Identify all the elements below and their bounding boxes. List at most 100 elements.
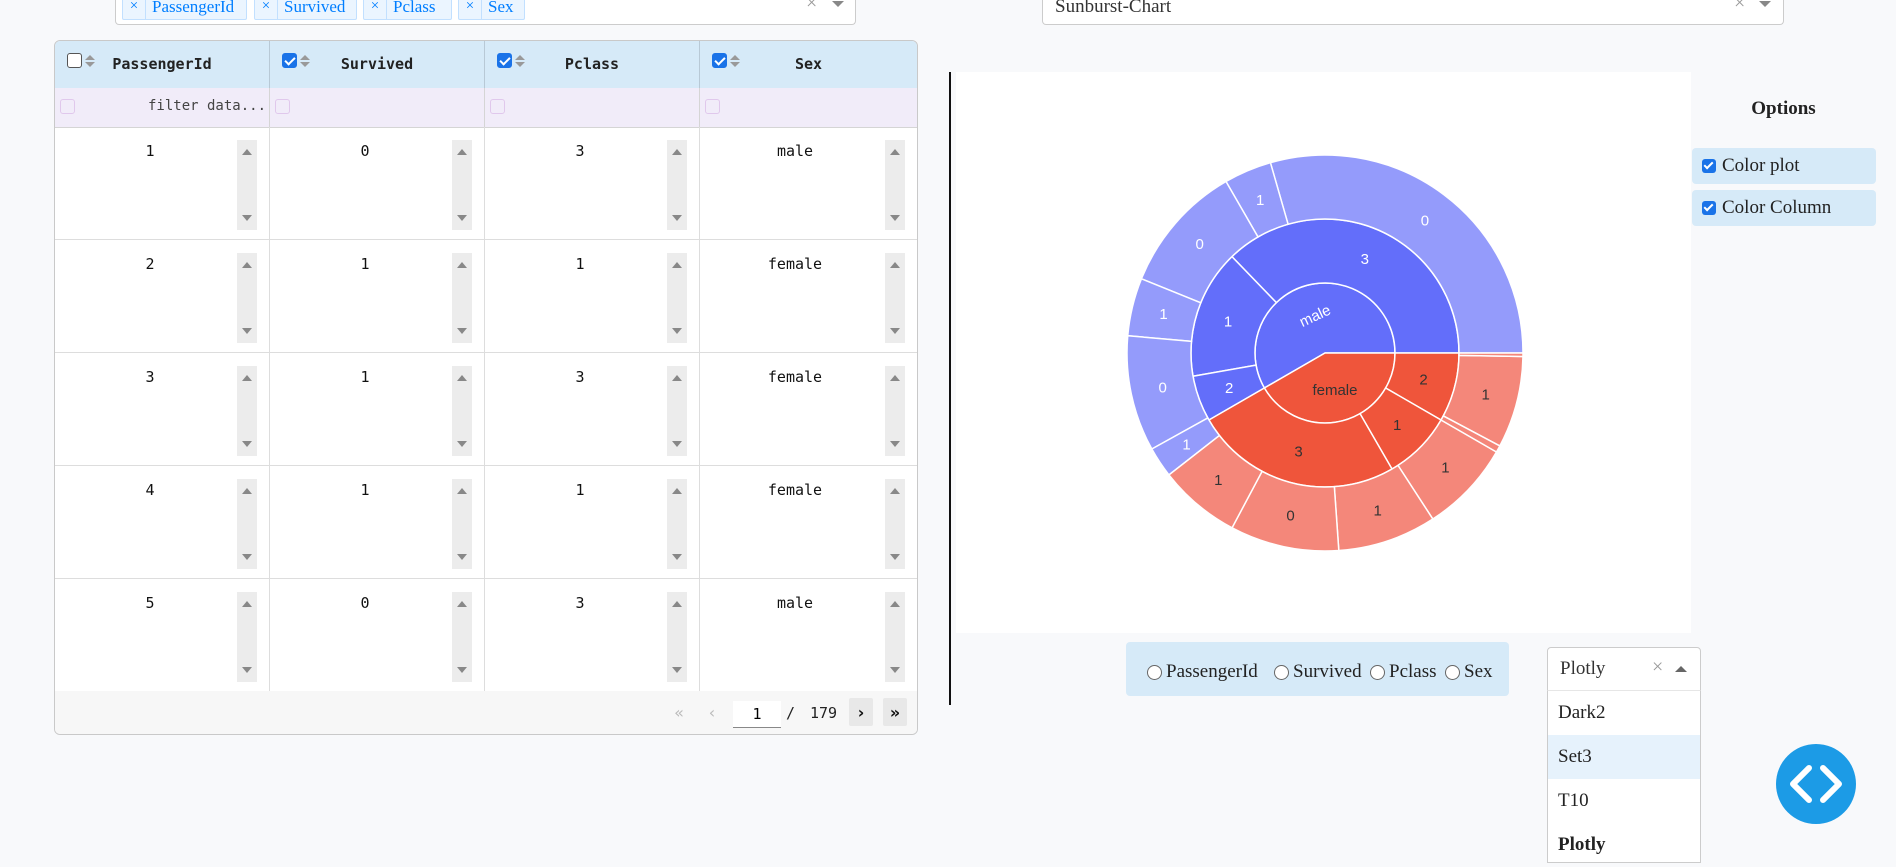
filter-input[interactable]: filter data...	[148, 98, 266, 114]
scroll-spinner[interactable]	[885, 592, 905, 682]
scroll-spinner[interactable]	[452, 253, 472, 343]
scroll-spinner[interactable]	[452, 366, 472, 456]
palette-option-dark2[interactable]: Dark2	[1548, 691, 1700, 735]
scroll-spinner[interactable]	[237, 253, 257, 343]
table-cell[interactable]: 0	[270, 579, 485, 691]
table-cell[interactable]: 5	[55, 579, 270, 691]
palette-dropdown[interactable]: Plotly × Dark2 Set3 T10 Plotly	[1547, 647, 1701, 863]
scroll-spinner[interactable]	[885, 253, 905, 343]
table-cell[interactable]: female	[700, 240, 917, 352]
chevron-down-icon[interactable]	[832, 1, 844, 7]
header-passengerid[interactable]: PassengerId	[55, 41, 270, 88]
scroll-spinner[interactable]	[667, 140, 687, 230]
table-cell[interactable]: male	[700, 127, 917, 239]
radio-passengerid[interactable]: PassengerId	[1147, 661, 1258, 683]
table-cell[interactable]: 1	[55, 127, 270, 239]
filter-checkbox[interactable]	[490, 99, 505, 114]
header-survived[interactable]: Survived	[270, 41, 485, 88]
option-color-column[interactable]: Color Column	[1692, 190, 1876, 226]
table-cell[interactable]: 4	[55, 466, 270, 578]
table-cell[interactable]: 2	[55, 240, 270, 352]
first-page-button[interactable]: «	[667, 698, 691, 726]
scroll-spinner[interactable]	[237, 140, 257, 230]
scroll-spinner[interactable]	[452, 140, 472, 230]
sector-sliver[interactable]	[1458, 352, 1524, 358]
panel-divider[interactable]	[949, 72, 951, 705]
filter-cell[interactable]	[700, 88, 917, 127]
checkbox[interactable]	[1702, 159, 1716, 173]
chevron-up-icon[interactable]	[1675, 666, 1687, 672]
table-cell[interactable]: 1	[270, 353, 485, 465]
scroll-spinner[interactable]	[452, 592, 472, 682]
scroll-spinner[interactable]	[667, 253, 687, 343]
checkbox[interactable]	[1702, 201, 1716, 215]
remove-chip-icon[interactable]: ×	[364, 0, 387, 19]
table-cell[interactable]: 0	[270, 127, 485, 239]
cell-value: 1	[360, 481, 370, 499]
prev-page-button[interactable]: ‹	[700, 698, 724, 726]
chart-type-select[interactable]: Sunburst-Chart ×	[1042, 0, 1784, 25]
scroll-spinner[interactable]	[237, 366, 257, 456]
table-cell[interactable]: 3	[55, 353, 270, 465]
filter-cell[interactable]	[485, 88, 700, 127]
radio-button[interactable]	[1147, 664, 1162, 680]
palette-select[interactable]: Plotly ×	[1547, 647, 1701, 691]
radio-survived[interactable]: Survived	[1274, 661, 1362, 683]
clear-all-icon[interactable]: ×	[806, 0, 817, 15]
radio-button[interactable]	[1445, 664, 1460, 680]
segment-label: 1	[1256, 192, 1264, 209]
scroll-spinner[interactable]	[452, 479, 472, 569]
header-sex[interactable]: Sex	[700, 41, 917, 88]
table-cell[interactable]: female	[700, 353, 917, 465]
clear-icon[interactable]: ×	[1652, 656, 1663, 679]
code-toggle-button[interactable]	[1776, 744, 1856, 824]
radio-sex[interactable]: Sex	[1445, 661, 1493, 683]
scroll-spinner[interactable]	[667, 366, 687, 456]
sunburst-chart[interactable]: malefemale312 21301010111101	[956, 72, 1691, 633]
option-color-plot[interactable]: Color plot	[1692, 148, 1876, 184]
page-number-input[interactable]	[733, 701, 781, 728]
remove-chip-icon[interactable]: ×	[459, 0, 482, 19]
scroll-spinner[interactable]	[237, 479, 257, 569]
filter-checkbox[interactable]	[705, 99, 720, 114]
scroll-spinner[interactable]	[667, 479, 687, 569]
table-cell[interactable]: 1	[485, 466, 700, 578]
table-cell[interactable]: male	[700, 579, 917, 691]
chevron-down-icon[interactable]	[1759, 1, 1771, 7]
scroll-spinner[interactable]	[885, 140, 905, 230]
table-cell[interactable]: 3	[485, 127, 700, 239]
clear-icon[interactable]: ×	[1734, 0, 1745, 15]
filter-checkbox[interactable]	[60, 99, 75, 114]
scroll-spinner[interactable]	[237, 592, 257, 682]
radio-button[interactable]	[1274, 664, 1289, 680]
table-cell[interactable]: 1	[270, 466, 485, 578]
table-cell[interactable]: female	[700, 466, 917, 578]
table-cell[interactable]: 3	[485, 579, 700, 691]
remove-chip-icon[interactable]: ×	[255, 0, 278, 19]
filter-cell[interactable]: filter data...	[55, 88, 270, 127]
palette-option-t10[interactable]: T10	[1548, 779, 1700, 823]
scroll-spinner[interactable]	[885, 479, 905, 569]
remove-chip-icon[interactable]: ×	[123, 0, 146, 19]
palette-option-set3[interactable]: Set3	[1548, 735, 1700, 779]
scroll-spinner[interactable]	[667, 592, 687, 682]
cell-value: 3	[575, 368, 585, 386]
palette-option-plotly[interactable]: Plotly	[1548, 823, 1700, 867]
cell-value: male	[776, 594, 814, 612]
header-pclass[interactable]: Pclass	[485, 41, 700, 88]
chip-survived[interactable]: × Survived	[254, 0, 357, 20]
filter-checkbox[interactable]	[275, 99, 290, 114]
radio-button[interactable]	[1370, 664, 1385, 680]
table-cell[interactable]: 1	[485, 240, 700, 352]
table-cell[interactable]: 3	[485, 353, 700, 465]
chip-passengerid[interactable]: × PassengerId	[122, 0, 247, 20]
filter-cell[interactable]	[270, 88, 485, 127]
last-page-button[interactable]: »	[883, 698, 907, 726]
radio-pclass[interactable]: Pclass	[1370, 661, 1437, 683]
chip-pclass[interactable]: × Pclass	[363, 0, 452, 20]
chip-sex[interactable]: × Sex	[458, 0, 525, 20]
scroll-spinner[interactable]	[885, 366, 905, 456]
column-multiselect[interactable]: × PassengerId × Survived × Pclass × Sex …	[115, 0, 856, 25]
next-page-button[interactable]: ›	[849, 698, 873, 726]
table-cell[interactable]: 1	[270, 240, 485, 352]
